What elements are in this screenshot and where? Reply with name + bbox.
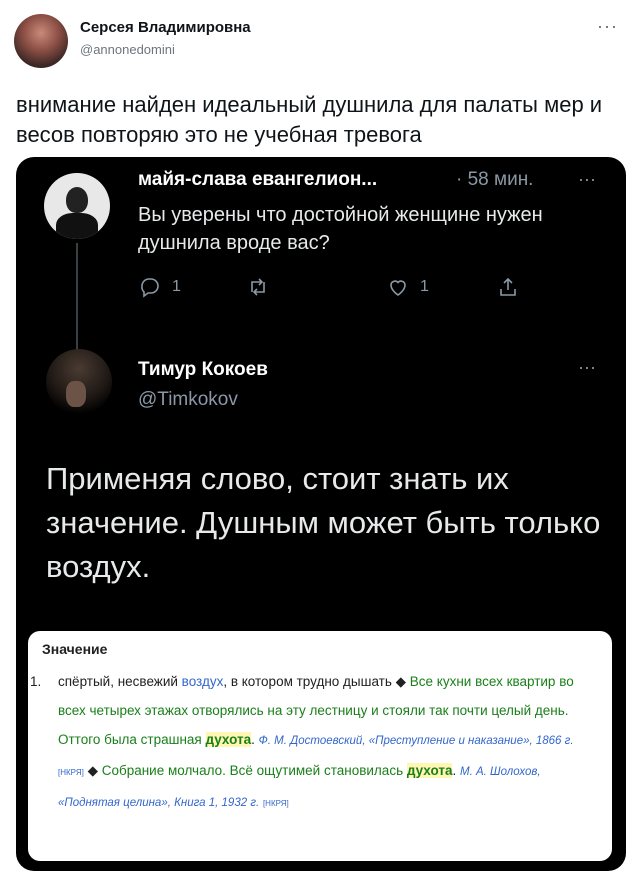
punctuation: . <box>251 732 259 747</box>
main-author-avatar <box>46 349 112 415</box>
main-author-name: Тимур Кокоев <box>138 359 268 380</box>
highlighted-word: духота <box>205 732 252 747</box>
reply-timestamp: · 58 мин. <box>456 169 534 190</box>
dictionary-card: Значение 1. спёртый, несвежий воздух, в … <box>28 631 612 861</box>
dictionary-definition: 1. спёртый, несвежий воздух, в котором т… <box>30 667 598 818</box>
retweet-action <box>246 275 280 299</box>
corpus-tag: [НКРЯ] <box>262 799 289 808</box>
outer-tweet-text: внимание найден идеальный душнила для па… <box>16 92 603 147</box>
definition-number: 1. <box>30 674 42 689</box>
heart-icon <box>390 280 406 296</box>
link-vozdukh: воздух <box>181 674 224 689</box>
source-citation: Ф. М. Достоевский, «Преступление и наказ… <box>258 735 574 747</box>
definition-text: спёртый, несвежий <box>58 674 182 689</box>
outer-author-handle[interactable]: @annonedomini <box>80 42 175 57</box>
example-text: Собрание молчало. Всё ощутимей становила… <box>101 763 407 778</box>
separator: ◆ <box>83 763 102 778</box>
punctuation: . <box>452 763 460 778</box>
like-count: 1 <box>420 278 429 295</box>
reply-actions: 1 1 <box>138 275 538 305</box>
reply-action: 1 <box>138 275 181 299</box>
definition-text: , в котором трудно дышать ◆ <box>223 674 410 689</box>
reply-more-icon: ··· <box>578 169 596 189</box>
share-action <box>496 275 520 299</box>
share-icon <box>500 277 516 296</box>
outer-author-avatar[interactable] <box>14 14 68 68</box>
embedded-screenshot: майя-слава евангелион... · 58 мин. ··· В… <box>16 157 626 871</box>
outer-author-name[interactable]: Серсея Владимировна <box>80 19 251 36</box>
reply-author-name: майя-слава евангелион... <box>138 169 378 190</box>
main-tweet-text: Применяя слово, стоит знать их значение.… <box>46 461 601 584</box>
main-author-handle: @Timkokov <box>138 389 238 410</box>
dictionary-title: Значение <box>42 641 108 657</box>
reply-count: 1 <box>172 278 181 295</box>
reply-author-avatar <box>44 173 110 239</box>
corpus-tag: [НКРЯ] <box>58 768 84 777</box>
thread-line <box>76 243 78 353</box>
main-more-icon: ··· <box>578 357 596 377</box>
comment-icon <box>141 278 159 298</box>
more-options-icon[interactable]: ··· <box>597 16 618 37</box>
like-action: 1 <box>386 275 429 299</box>
highlighted-word: духота <box>406 763 453 778</box>
reply-text: Вы уверены что достойной женщине нужен д… <box>138 204 543 254</box>
retweet-icon <box>251 278 265 296</box>
